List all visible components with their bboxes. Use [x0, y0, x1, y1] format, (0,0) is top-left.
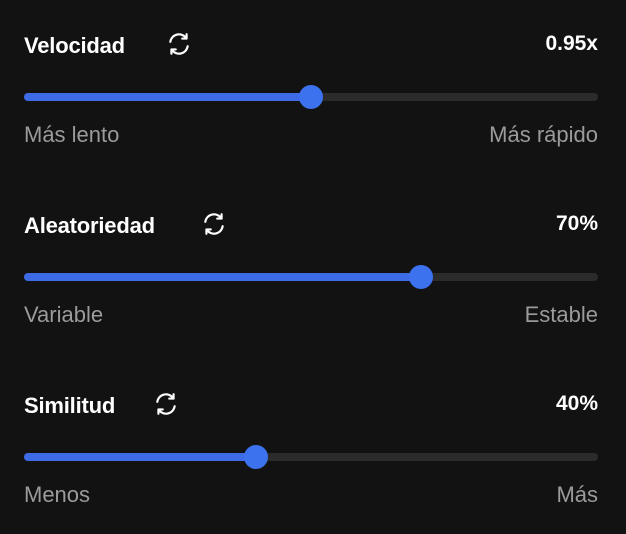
setting-title: Aleatoriedad	[24, 213, 155, 238]
voice-settings-panel: Velocidad 0.95x Más lento Más rápido Ale…	[0, 0, 626, 534]
slider-min-label: Más lento	[24, 122, 120, 147]
setting-similitud: Similitud 40% Menos Más	[24, 386, 598, 516]
slider-fill	[24, 273, 421, 281]
aleatoriedad-slider[interactable]	[24, 264, 598, 290]
setting-value: 0.95x	[545, 32, 598, 55]
setting-velocidad: Velocidad 0.95x Más lento Más rápido	[24, 26, 598, 156]
setting-value: 40%	[555, 392, 598, 415]
slider-min-label: Menos	[24, 482, 91, 507]
similitud-slider[interactable]	[24, 444, 598, 470]
slider-thumb[interactable]	[409, 265, 433, 289]
slider-max-label: Más rápido	[489, 122, 598, 147]
slider-range-labels: Variable Estable	[24, 302, 598, 328]
slider-fill	[24, 93, 311, 101]
reset-velocidad-button[interactable]	[165, 30, 193, 58]
setting-value: 70%	[555, 212, 598, 235]
setting-aleatoriedad: Aleatoriedad 70% Variable Estable	[24, 206, 598, 336]
slider-range-labels: Menos Más	[24, 482, 598, 508]
slider-thumb[interactable]	[299, 85, 323, 109]
reset-aleatoriedad-button[interactable]	[200, 210, 228, 238]
setting-title: Similitud	[24, 393, 116, 418]
setting-header: Velocidad 0.95x	[24, 26, 598, 68]
slider-thumb[interactable]	[244, 445, 268, 469]
velocidad-slider[interactable]	[24, 84, 598, 110]
slider-max-label: Más	[556, 482, 598, 507]
refresh-icon	[169, 33, 189, 55]
setting-title: Velocidad	[24, 33, 125, 58]
refresh-icon	[156, 393, 176, 415]
slider-range-labels: Más lento Más rápido	[24, 122, 598, 148]
refresh-icon	[204, 213, 224, 235]
reset-similitud-button[interactable]	[152, 390, 180, 418]
slider-max-label: Estable	[524, 302, 598, 327]
slider-fill	[24, 453, 256, 461]
setting-header: Aleatoriedad 70%	[24, 206, 598, 248]
slider-min-label: Variable	[24, 302, 104, 327]
setting-header: Similitud 40%	[24, 386, 598, 428]
